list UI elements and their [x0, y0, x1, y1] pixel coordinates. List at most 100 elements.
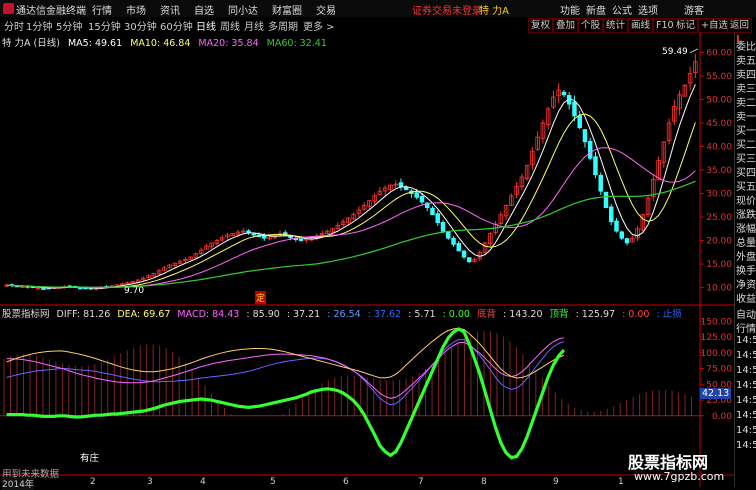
btn-huaxian[interactable]: 画线 — [628, 18, 654, 33]
menu-zixuan[interactable]: 自选 — [194, 2, 214, 17]
chart-area[interactable]: 10.0015.0020.0025.0030.0035.0040.0045.00… — [0, 33, 734, 487]
tab-60min[interactable]: 60分钟 — [160, 18, 193, 33]
high-price-annotation: 59.49 — [662, 47, 688, 57]
guest-label[interactable]: 游客 — [684, 2, 704, 17]
panel-change-pct: 涨幅 — [736, 224, 756, 235]
panel-sell3: 卖三 — [736, 84, 756, 95]
btn-gegu[interactable]: 个股 — [578, 18, 604, 33]
menu-jiaoyi[interactable]: 交易 — [316, 2, 336, 17]
ind-v4: : 37.62 — [367, 309, 402, 320]
menu-caifuquan[interactable]: 财富圈 — [272, 2, 302, 17]
ind-v9: 顶背 — [549, 309, 569, 320]
btn-diejia[interactable]: 叠加 — [553, 18, 579, 33]
tab-yuexian[interactable]: 月线 — [244, 18, 264, 33]
stock-name: 特 力A — [479, 6, 510, 17]
ind-v3: : 26.54 — [327, 309, 361, 320]
ma20-label: MA20: 35.84 — [198, 38, 259, 49]
candle-body — [251, 233, 256, 236]
candle-body — [456, 243, 462, 252]
x-axis-month-1: 1 — [618, 477, 624, 487]
watermark-url: www.7gpzb.com — [634, 470, 725, 483]
panel-netasset: 净资 — [736, 280, 756, 291]
candle-body — [414, 192, 419, 198]
panel-hangqing[interactable]: 行情 — [736, 320, 756, 335]
ind-v7: 底背 — [476, 309, 496, 320]
x-axis-month-3: 3 — [147, 477, 153, 487]
panel-turnover: 换手 — [736, 266, 756, 277]
candle-body — [419, 195, 425, 203]
ind-v2: : 37.21 — [286, 309, 321, 320]
ma20-line — [6, 147, 696, 288]
quote-side-panel: L 委比 卖五 卖四 卖三 卖二 卖一 买一 买二 买三 买四 买五 现价 涨跌… — [734, 33, 756, 487]
main-y-tick-label: 40.00 — [706, 142, 732, 152]
indicator-header: 股票指标网 DIFF: 81.26 DEA: 69.67 MACD: 84.43… — [2, 306, 686, 320]
tab-rixian[interactable]: 日线 — [196, 18, 216, 33]
x-axis-month-8: 8 — [481, 477, 487, 487]
ma10-label: MA10: 46.84 — [130, 38, 191, 49]
tab-1min[interactable]: 1分钟 — [26, 18, 52, 33]
site-watermark: 股票指标网 www.7gpzb.com — [624, 449, 756, 487]
btn-biaoji[interactable]: 标记 — [673, 18, 699, 33]
main-y-tick-label: 20.00 — [706, 237, 732, 247]
login-alert[interactable]: 证券交易未登录 — [412, 2, 482, 17]
panel-buy5: 买五 — [736, 182, 756, 193]
candle-body — [609, 206, 614, 223]
btn-fanhui[interactable]: 返回 — [727, 18, 753, 33]
main-y-tick-label: 10.00 — [706, 284, 732, 294]
panel-change: 涨跌 — [736, 210, 756, 221]
ind-v10: : 125.97 — [575, 309, 616, 320]
menu-gongneng[interactable]: 功能 — [560, 2, 580, 17]
ind-v6: : 0.00 — [442, 309, 470, 320]
tab-15min[interactable]: 15分钟 — [88, 18, 121, 33]
ind-v5: : 5.71 — [408, 309, 436, 320]
candle-body — [461, 250, 467, 258]
menu-zixun[interactable]: 资讯 — [160, 2, 180, 17]
candle-body — [430, 207, 435, 216]
candle-body — [262, 235, 267, 239]
panel-weibi: 委比 — [736, 42, 756, 53]
btn-tongji[interactable]: 统计 — [603, 18, 629, 33]
panel-sell5: 卖五 — [736, 56, 756, 67]
tab-duozhouqi[interactable]: 多周期 — [268, 18, 298, 33]
menu-shichang[interactable]: 市场 — [126, 2, 146, 17]
menu-xuanxiang[interactable]: 选项 — [638, 2, 658, 17]
panel-buy2: 买二 — [736, 140, 756, 151]
candle-body — [440, 222, 446, 232]
tab-5min[interactable]: 5分钟 — [56, 18, 82, 33]
ma10-line — [6, 113, 696, 289]
menu-hangqing[interactable]: 行情 — [92, 2, 112, 17]
ind-y-tick-label: 125.00 — [701, 333, 733, 343]
panel-time-3: 14:5 — [736, 365, 756, 376]
main-y-tick-label: 35.00 — [706, 166, 732, 176]
panel-sell2: 卖二 — [736, 98, 756, 109]
tab-30min[interactable]: 30分钟 — [124, 18, 157, 33]
ma5-label: MA5: 49.61 — [67, 38, 123, 49]
btn-fuquan[interactable]: 复权 — [528, 18, 554, 33]
menu-gongshi[interactable]: 公式 — [612, 2, 632, 17]
main-y-tick-label: 25.00 — [706, 213, 732, 223]
candle-body — [41, 288, 46, 290]
main-y-tick-label: 15.00 — [706, 260, 732, 270]
ind-y-tick-label: 0.00 — [712, 412, 732, 422]
x-axis-month-2: 2 — [90, 477, 96, 487]
diff-label: DIFF: 81.26 — [56, 309, 111, 320]
tab-zhouxian[interactable]: 周线 — [220, 18, 240, 33]
candle-body — [561, 91, 567, 96]
ma60-line — [6, 180, 696, 288]
tab-more[interactable]: 更多 > — [303, 18, 335, 33]
menu-tongxiaoda[interactable]: 同小达 — [228, 2, 258, 17]
ma60-label: MA60: 32.41 — [266, 38, 327, 49]
panel-auto[interactable]: 自动 — [736, 306, 756, 321]
app-name: 通达信金融终端 — [16, 6, 86, 17]
candle-body — [619, 231, 625, 239]
period-tab-bar: 分时 1分钟 5分钟 15分钟 30分钟 60分钟 日线 周线 月线 多周期 更… — [0, 17, 756, 33]
menu-xinpan[interactable]: 新盘 — [586, 2, 606, 17]
tab-fenshi[interactable]: 分时 — [4, 18, 24, 33]
candle-body — [298, 238, 304, 241]
candle-body — [582, 129, 588, 143]
ind-v12: : 止损 — [656, 309, 682, 320]
indicator-name[interactable]: 股票指标网 — [2, 309, 50, 320]
candle-body — [572, 101, 577, 117]
panel-time-7: 14:5 — [736, 425, 756, 436]
ind-v11: : 0.00 — [622, 309, 650, 320]
